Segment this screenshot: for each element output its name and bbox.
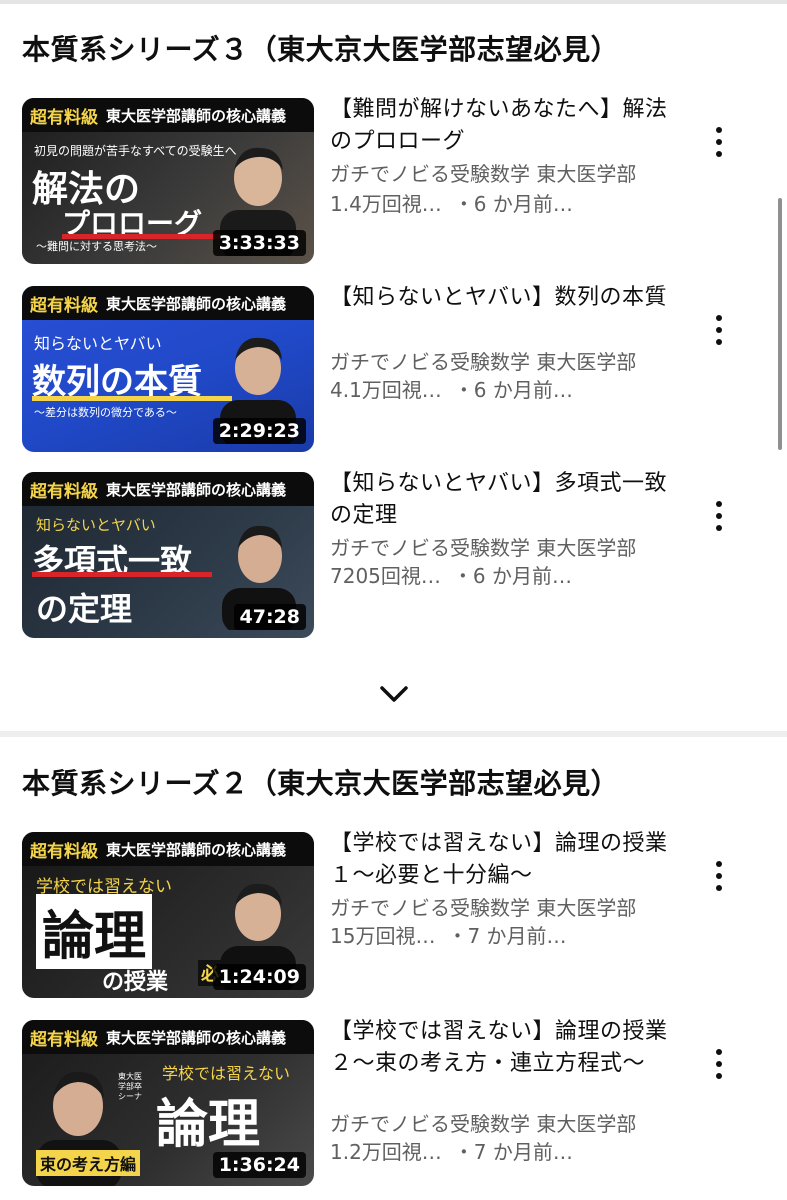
thumbnail-tag: 束の考え方編: [36, 1150, 141, 1176]
video-item[interactable]: 超有料級 東大医学部講師の核心講義 知らないとヤバい 多項式一致 の定理 47:…: [22, 471, 772, 638]
video-item[interactable]: 超有料級 東大医学部講師の核心講義 初見の問題が苦手なすべての受験生へ 解法の …: [22, 97, 772, 264]
thumbnail-banner-right: 東大医学部講師の核心講義: [106, 1028, 287, 1047]
more-options-icon[interactable]: [706, 310, 732, 350]
thumbnail-banner: 超有料級 東大医学部講師の核心講義: [22, 472, 314, 506]
video-thumbnail[interactable]: 超有料級 東大医学部講師の核心講義 学校では習えない 論理 の授業 必要 1:2…: [22, 832, 314, 998]
video-item[interactable]: 超有料級 東大医学部講師の核心講義 東大医学部卒 シーナ 学校では習えない 論理…: [22, 1019, 772, 1186]
video-stats: 15万回視… ・7 か月前…: [330, 922, 567, 950]
video-title[interactable]: 【知らないとヤバい】数列の本質: [330, 282, 680, 314]
chevron-down-icon[interactable]: [378, 682, 410, 706]
top-border: [0, 0, 787, 4]
thumbnail-banner: 超有料級 東大医学部講師の核心講義: [22, 286, 314, 320]
thumbnail-banner-left: 超有料級: [30, 1029, 98, 1050]
thumbnail-banner-right: 東大医学部講師の核心講義: [106, 840, 287, 859]
thumbnail-sub-text: 〜差分は数列の微分である〜: [34, 406, 177, 419]
thumbnail-sub-text: 〜難問に対する思考法〜: [36, 240, 157, 253]
video-item[interactable]: 超有料級 東大医学部講師の核心講義 知らないとヤバい 数列の本質 〜差分は数列の…: [22, 285, 772, 452]
thumbnail-small-text: 東大医学部卒 シーナ: [118, 1072, 142, 1101]
video-duration: 1:24:09: [212, 964, 306, 990]
thumbnail-banner-left: 超有料級: [30, 107, 98, 128]
upload-age: ・7 か月前…: [453, 1140, 573, 1164]
thumbnail-underline: [32, 572, 212, 577]
scrollbar[interactable]: [778, 198, 782, 450]
thumbnail-top-text: 知らないとヤバい: [34, 334, 162, 353]
thumbnail-banner-right: 東大医学部講師の核心講義: [106, 294, 287, 313]
thumbnail-top-text: 初見の問題が苦手なすべての受験生へ: [34, 144, 237, 158]
section-divider: [0, 731, 787, 737]
thumbnail-banner: 超有料級 東大医学部講師の核心講義: [22, 832, 314, 866]
video-thumbnail[interactable]: 超有料級 東大医学部講師の核心講義 知らないとヤバい 多項式一致 の定理 47:…: [22, 472, 314, 638]
thumbnail-banner: 超有料級 東大医学部講師の核心講義: [22, 98, 314, 132]
upload-age: ・7 か月前…: [447, 924, 567, 948]
video-stats: 4.1万回視… ・6 か月前…: [330, 376, 573, 404]
video-duration: 1:36:24: [212, 1152, 306, 1178]
thumbnail-banner: 超有料級 東大医学部講師の核心講義: [22, 1020, 314, 1054]
section-title: 本質系シリーズ２（東大京大医学部志望必見）: [22, 767, 620, 800]
thumbnail-banner-right: 東大医学部講師の核心講義: [106, 480, 287, 499]
channel-name[interactable]: ガチでノビる受験数学 東大医学部: [330, 1110, 636, 1138]
thumbnail-main-text-2: の定理: [36, 590, 133, 628]
thumbnail-underline: [32, 396, 232, 401]
video-duration: 3:33:33: [212, 230, 306, 256]
video-title[interactable]: 【知らないとヤバい】多項式一致の定理: [330, 468, 680, 532]
thumbnail-banner-left: 超有料級: [30, 481, 98, 502]
video-item[interactable]: 超有料級 東大医学部講師の核心講義 学校では習えない 論理 の授業 必要 1:2…: [22, 831, 772, 998]
channel-name[interactable]: ガチでノビる受験数学 東大医学部: [330, 534, 636, 562]
upload-age: ・6 か月前…: [453, 378, 573, 402]
more-options-icon[interactable]: [706, 496, 732, 536]
more-options-icon[interactable]: [706, 1044, 732, 1084]
thumbnail-main-text: 論理: [156, 1094, 261, 1155]
view-count: 1.4万回視…: [330, 192, 442, 216]
thumbnail-banner-left: 超有料級: [30, 295, 98, 316]
thumbnail-banner-right: 東大医学部講師の核心講義: [106, 106, 287, 125]
upload-age: ・6 か月前…: [453, 192, 573, 216]
view-count: 7205回視…: [330, 564, 441, 588]
video-title[interactable]: 【学校では習えない】論理の授業１〜必要と十分編〜: [330, 828, 680, 892]
video-thumbnail[interactable]: 超有料級 東大医学部講師の核心講義 初見の問題が苦手なすべての受験生へ 解法の …: [22, 98, 314, 264]
section-title: 本質系シリーズ３（東大京大医学部志望必見）: [22, 33, 620, 66]
view-count: 15万回視…: [330, 924, 436, 948]
view-count: 1.2万回視…: [330, 1140, 442, 1164]
view-count: 4.1万回視…: [330, 378, 442, 402]
video-thumbnail[interactable]: 超有料級 東大医学部講師の核心講義 知らないとヤバい 数列の本質 〜差分は数列の…: [22, 286, 314, 452]
upload-age: ・6 か月前…: [452, 564, 572, 588]
video-stats: 7205回視… ・6 か月前…: [330, 562, 572, 590]
video-title[interactable]: 【難問が解けないあなたへ】解法のプロローグ: [330, 94, 680, 158]
thumbnail-main-text-2: の授業: [102, 969, 169, 995]
video-stats: 1.4万回視… ・6 か月前…: [330, 190, 573, 218]
video-stats: 1.2万回視… ・7 か月前…: [330, 1138, 573, 1166]
video-thumbnail[interactable]: 超有料級 東大医学部講師の核心講義 東大医学部卒 シーナ 学校では習えない 論理…: [22, 1020, 314, 1186]
thumbnail-top-text: 知らないとヤバい: [36, 516, 156, 534]
thumbnail-banner-left: 超有料級: [30, 841, 98, 862]
thumbnail-top-text: 学校では習えない: [162, 1064, 291, 1083]
video-duration: 47:28: [233, 604, 306, 630]
more-options-icon[interactable]: [706, 856, 732, 896]
video-title[interactable]: 【学校では習えない】論理の授業２〜束の考え方・連立方程式〜: [330, 1016, 680, 1080]
channel-name[interactable]: ガチでノビる受験数学 東大医学部: [330, 894, 636, 922]
thumbnail-main-text: 論理: [36, 894, 153, 969]
more-options-icon[interactable]: [706, 122, 732, 162]
channel-name[interactable]: ガチでノビる受験数学 東大医学部: [330, 348, 636, 376]
video-duration: 2:29:23: [212, 418, 306, 444]
channel-name[interactable]: ガチでノビる受験数学 東大医学部: [330, 160, 636, 188]
